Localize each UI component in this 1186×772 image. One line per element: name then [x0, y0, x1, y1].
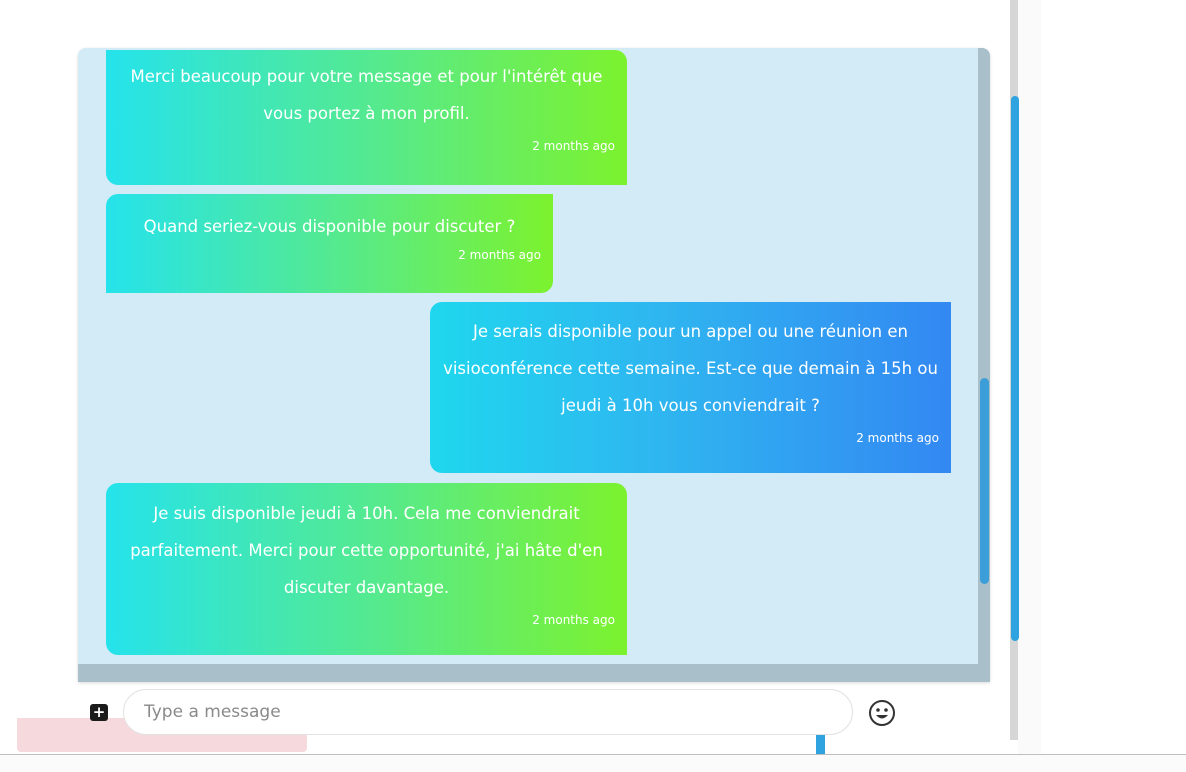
chat-horizontal-scrollbar[interactable] [78, 664, 990, 682]
message-bubble-received: Quand seriez-vous disponible pour discut… [106, 194, 553, 293]
message-text: Je suis disponible jeudi à 10h. Cela me … [130, 504, 603, 597]
message-timestamp: 2 months ago [532, 613, 615, 627]
message-text: Quand seriez-vous disponible pour discut… [143, 217, 516, 236]
background-panel [1018, 0, 1041, 772]
message-bubble-received: Merci beaucoup pour votre message et pou… [106, 50, 627, 185]
chat-scrollbar-track[interactable] [978, 48, 990, 668]
attach-icon[interactable]: + [90, 704, 108, 721]
message-timestamp: 2 months ago [856, 431, 939, 445]
message-timestamp: 2 months ago [458, 248, 541, 262]
message-text: Merci beaucoup pour votre message et pou… [130, 67, 603, 123]
emoji-icon[interactable] [867, 698, 897, 728]
message-bubble-received: Je suis disponible jeudi à 10h. Cela me … [106, 483, 627, 655]
smiley-icon [869, 700, 895, 726]
message-bubble-sent: Je serais disponible pour un appel ou un… [430, 302, 951, 473]
message-text: Je serais disponible pour un appel ou un… [443, 322, 938, 415]
message-input[interactable] [123, 689, 853, 735]
chat-scrollbar-thumb[interactable] [980, 378, 989, 584]
background-strip [0, 755, 1186, 772]
page-scrollbar[interactable] [1011, 96, 1019, 641]
message-timestamp: 2 months ago [532, 139, 615, 153]
chat-message-list[interactable]: Merci beaucoup pour votre message et pou… [78, 48, 990, 682]
